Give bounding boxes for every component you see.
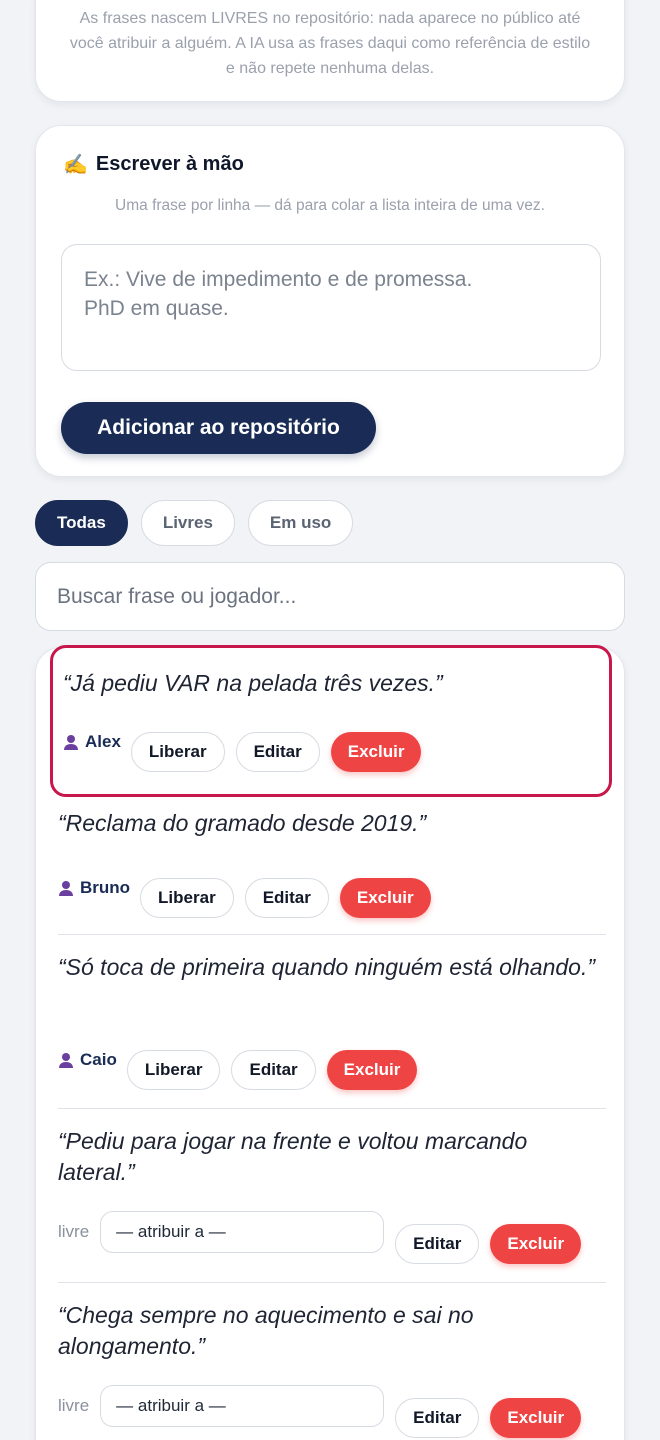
edit-button[interactable]: Editar (231, 1050, 316, 1090)
phrase-item: “Só toca de primeira quando ninguém está… (58, 935, 606, 1109)
edit-button[interactable]: Editar (244, 878, 329, 918)
player-tag: Bruno (58, 878, 130, 898)
person-icon (64, 735, 78, 750)
delete-button[interactable]: Excluir (326, 1050, 418, 1090)
free-status-label: livre (58, 1222, 90, 1241)
info-text: As frases nascem LIVRES no repositório: … (69, 10, 591, 77)
phrase-actions: livre — atribuir a — Editar Excluir (58, 1211, 592, 1264)
release-button[interactable]: Liberar (140, 878, 234, 918)
assign-select-value: — atribuir a — (116, 1396, 226, 1415)
assign-player-select[interactable]: — atribuir a — (100, 1211, 385, 1253)
delete-button[interactable]: Excluir (490, 1224, 582, 1264)
phrase-actions: Bruno Liberar Editar Excluir (58, 878, 442, 918)
player-tag: Alex (63, 732, 121, 752)
player-name: Alex (85, 732, 121, 751)
manual-title: ✍️ Escrever à mão (63, 153, 244, 176)
filter-tabs: Todas Livres Em uso (35, 500, 354, 546)
phrase-item: “Reclama do gramado desde 2019.” Bruno L… (58, 800, 606, 935)
player-tag: Caio (58, 1050, 117, 1070)
phrase-actions: Caio Liberar Editar Excluir (58, 1050, 428, 1090)
phrase-textarea[interactable] (61, 244, 601, 371)
delete-button[interactable]: Excluir (330, 732, 422, 772)
person-icon (59, 881, 73, 896)
add-to-repository-button[interactable]: Adicionar ao repositório (61, 402, 376, 454)
phrase-text: “Pediu para jogar na frente e voltou mar… (58, 1128, 528, 1185)
search-input[interactable] (35, 562, 625, 631)
manual-entry-card: ✍️ Escrever à mão Uma frase por linha — … (35, 125, 625, 477)
writing-hand-icon: ✍️ (63, 153, 88, 176)
person-icon (59, 1053, 73, 1068)
filter-in-use[interactable]: Em uso (247, 500, 354, 546)
phrase-text: “Chega sempre no aquecimento e sai no al… (58, 1302, 474, 1359)
phrase-list-card: “Já pediu VAR na pelada três vezes.” Ale… (35, 645, 625, 1440)
release-button[interactable]: Liberar (130, 732, 225, 772)
assign-select-value: — atribuir a — (116, 1222, 226, 1241)
info-card: As frases nascem LIVRES no repositório: … (35, 0, 625, 102)
phrase-item: “Pediu para jogar na frente e voltou mar… (58, 1109, 606, 1283)
phrase-actions: Alex Liberar Editar Excluir (63, 732, 432, 772)
phrase-text: “Já pediu VAR na pelada três vezes.” (63, 670, 443, 696)
edit-button[interactable]: Editar (395, 1398, 480, 1438)
manual-title-text: Escrever à mão (95, 153, 244, 175)
delete-button[interactable]: Excluir (339, 878, 431, 918)
edit-button[interactable]: Editar (235, 732, 320, 772)
player-name: Bruno (80, 878, 131, 897)
filter-all[interactable]: Todas (35, 500, 128, 546)
free-status-label: livre (58, 1396, 90, 1415)
phrase-actions: livre — atribuir a — Editar Excluir (58, 1385, 592, 1438)
phrase-text: “Reclama do gramado desde 2019.” (58, 810, 427, 836)
filter-free[interactable]: Livres (140, 500, 235, 546)
phrase-item: “Já pediu VAR na pelada três vezes.” Ale… (50, 645, 612, 797)
phrase-item: “Chega sempre no aquecimento e sai no al… (58, 1283, 606, 1440)
edit-button[interactable]: Editar (395, 1224, 480, 1264)
manual-subtitle: Uma frase por linha — dá para colar a li… (115, 197, 545, 214)
release-button[interactable]: Liberar (126, 1050, 221, 1090)
assign-player-select[interactable]: — atribuir a — (100, 1385, 385, 1427)
player-name: Caio (80, 1050, 117, 1069)
phrase-text: “Só toca de primeira quando ninguém está… (58, 954, 596, 980)
delete-button[interactable]: Excluir (490, 1398, 582, 1438)
